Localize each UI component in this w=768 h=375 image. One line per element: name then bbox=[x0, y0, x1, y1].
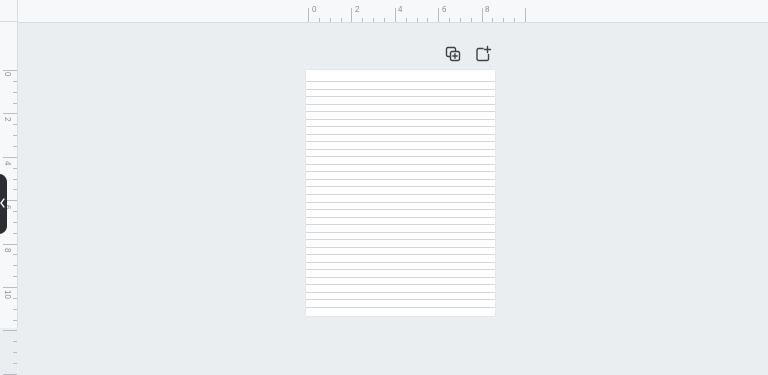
duplicate-page-icon bbox=[445, 46, 461, 62]
ruler-tick bbox=[3, 70, 17, 71]
page-rule-line bbox=[306, 224, 495, 226]
ruler-tick bbox=[3, 243, 17, 245]
page-rule-line bbox=[306, 299, 495, 301]
ruler-label: 2 bbox=[3, 117, 12, 122]
ruler-tick bbox=[13, 297, 17, 299]
ruler-tick bbox=[470, 18, 472, 22]
page-rule-line bbox=[306, 171, 495, 173]
top-ruler: 0 2 4 6 8 bbox=[0, 0, 768, 23]
page-rule-line bbox=[306, 231, 495, 233]
ruler-tick bbox=[514, 18, 516, 22]
ruler-tick bbox=[492, 18, 494, 22]
page-rule-line bbox=[306, 186, 495, 188]
page-rule-line bbox=[306, 81, 495, 82]
ruler-tick bbox=[13, 362, 17, 364]
page-rule-line bbox=[306, 118, 495, 120]
ruler-tick bbox=[405, 18, 407, 22]
ruler-label: 10 bbox=[3, 290, 12, 299]
ruler-tick bbox=[13, 276, 17, 278]
ruler-tick bbox=[13, 308, 17, 310]
ruler-tick bbox=[503, 18, 505, 22]
add-page-icon bbox=[476, 45, 492, 62]
ruler-label: 8 bbox=[3, 248, 12, 253]
ruler-label: 4 bbox=[398, 5, 403, 14]
ruler-tick bbox=[13, 319, 17, 321]
ruler-label: 4 bbox=[3, 161, 12, 166]
ruler-tick bbox=[13, 211, 17, 213]
ruler-tick bbox=[308, 8, 309, 22]
page-rule-line bbox=[306, 96, 495, 98]
ruler-tick bbox=[3, 113, 17, 115]
page-rule-line bbox=[306, 133, 495, 135]
page-rule-line bbox=[306, 209, 495, 211]
page-rule-line bbox=[306, 111, 495, 113]
ruler-tick bbox=[3, 287, 17, 288]
page-rule-line bbox=[306, 261, 495, 263]
page-rule-line bbox=[306, 246, 495, 248]
ruler-tick bbox=[481, 8, 483, 22]
ruler-tick bbox=[449, 18, 451, 22]
ruler-tick bbox=[13, 91, 17, 93]
ruler-label: 6 bbox=[442, 5, 447, 14]
ruler-tick bbox=[438, 8, 440, 22]
ruler-tick bbox=[13, 102, 17, 104]
page-rule-line bbox=[306, 269, 495, 271]
ruler-tick bbox=[13, 178, 17, 180]
page-rule-line bbox=[306, 141, 495, 143]
ruler-tick bbox=[3, 330, 17, 332]
duplicate-page-button[interactable] bbox=[444, 45, 462, 63]
ruler-tick bbox=[13, 167, 17, 169]
ruler-tick bbox=[13, 341, 17, 343]
ruler-tick bbox=[329, 18, 331, 22]
ruler-tick bbox=[373, 18, 375, 22]
ruler-tick bbox=[13, 265, 17, 267]
ruler-tick bbox=[383, 18, 385, 22]
side-panel-toggle[interactable] bbox=[0, 174, 7, 234]
page-rule-line bbox=[306, 126, 495, 128]
ruler-label: 8 bbox=[485, 5, 490, 14]
ruler-tick bbox=[13, 80, 17, 82]
ruler-tick bbox=[351, 8, 353, 22]
page-rule-line bbox=[306, 239, 495, 241]
page-rule-line bbox=[306, 307, 495, 308]
page-rule-line bbox=[306, 201, 495, 203]
page-rule-line bbox=[306, 194, 495, 195]
page-rule-line bbox=[306, 156, 495, 158]
ruler-tick bbox=[416, 18, 418, 22]
page-rule-line bbox=[306, 103, 495, 105]
page-rule-line bbox=[306, 284, 495, 286]
page-rule-line bbox=[306, 276, 495, 278]
page-rule-line bbox=[306, 216, 495, 218]
page-rule-line bbox=[306, 291, 495, 293]
ruler-label: 2 bbox=[355, 5, 360, 14]
ruler-tick bbox=[318, 18, 320, 22]
page-rule-line bbox=[306, 254, 495, 256]
page-rule-line bbox=[306, 163, 495, 165]
chevron-left-icon bbox=[0, 198, 5, 208]
ruler-tick bbox=[13, 352, 17, 354]
add-page-button[interactable] bbox=[474, 45, 492, 63]
ruler-tick bbox=[13, 189, 17, 191]
ruler-tick bbox=[394, 8, 396, 22]
page-rule-line bbox=[306, 148, 495, 150]
ruler-tick bbox=[3, 156, 17, 158]
ruler-tick bbox=[13, 124, 17, 126]
ruler-tick bbox=[340, 18, 342, 22]
page-rule-line bbox=[306, 88, 495, 90]
page-rule-line bbox=[306, 178, 495, 180]
ruler-tick bbox=[13, 254, 17, 256]
ruled-page[interactable] bbox=[306, 70, 495, 316]
ruler-tick bbox=[427, 18, 429, 22]
ruler-tick bbox=[362, 18, 364, 22]
ruler-label: 0 bbox=[3, 72, 12, 77]
ruler-tick bbox=[13, 145, 17, 147]
ruler-tick bbox=[459, 18, 461, 22]
ruler-tick bbox=[525, 8, 526, 22]
ruler-tick bbox=[13, 232, 17, 234]
ruler-label: 0 bbox=[312, 5, 317, 14]
ruler-corner bbox=[0, 0, 18, 22]
ruler-tick bbox=[13, 221, 17, 223]
ruler-tick bbox=[13, 135, 17, 137]
